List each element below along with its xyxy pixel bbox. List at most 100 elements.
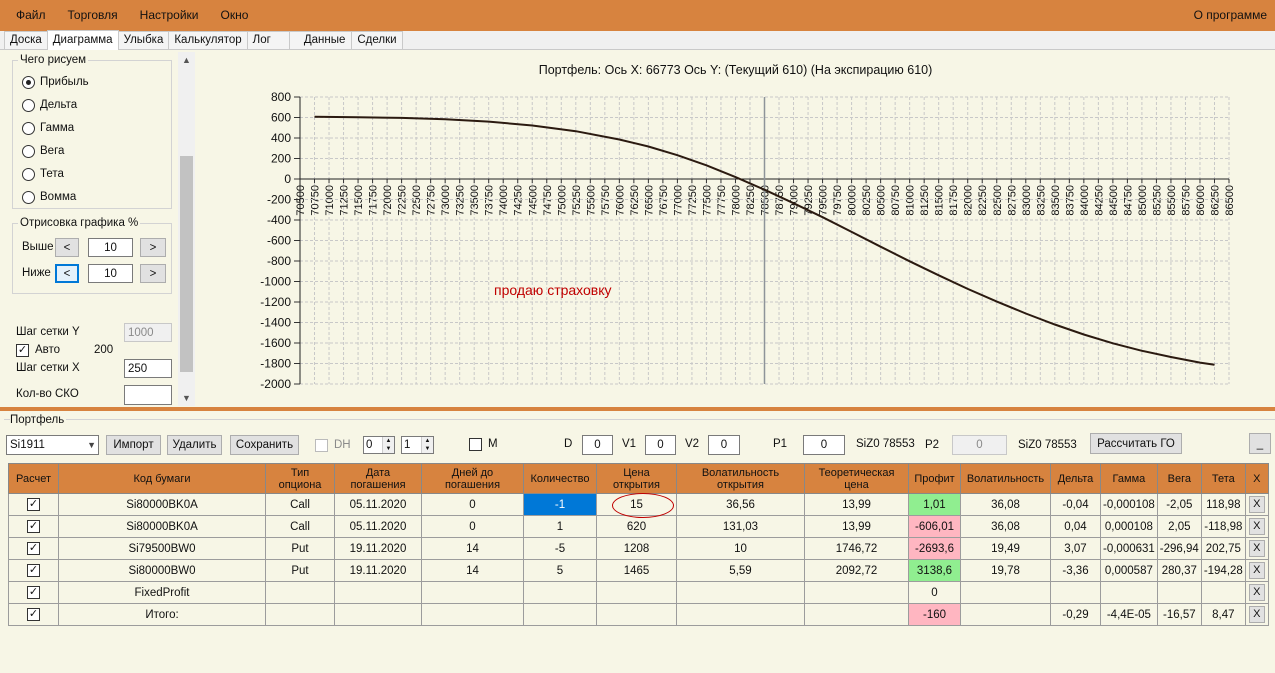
remove-row-button[interactable]: X: [1248, 606, 1265, 623]
tab-deals[interactable]: Сделки: [351, 31, 403, 49]
table-row[interactable]: ✓ Si80000BK0A Call 05.11.2020 0 1 620 131,03 13,…: [8, 515, 1269, 538]
table-cell-qty[interactable]: 1: [523, 515, 597, 538]
table-header-cell[interactable]: Расчет: [8, 463, 59, 494]
calc-go-button[interactable]: Рассчитать ГО: [1090, 433, 1182, 454]
grid-y-input[interactable]: 1000: [124, 323, 172, 342]
import-button[interactable]: Импорт: [106, 435, 161, 455]
tab-calculator[interactable]: Калькулятор: [168, 31, 248, 49]
below-value-input[interactable]: 10: [88, 264, 133, 283]
d-input[interactable]: 0: [582, 435, 613, 455]
radio-button[interactable]: [22, 190, 35, 204]
calc-checkbox[interactable]: ✓: [27, 564, 40, 577]
tab-diagram[interactable]: Диаграмма: [46, 30, 119, 50]
spinner-2[interactable]: 1 ▲ ▼: [401, 436, 434, 454]
remove-row-button[interactable]: X: [1248, 562, 1265, 579]
calc-checkbox[interactable]: ✓: [27, 520, 40, 533]
menu-file[interactable]: Файл: [0, 0, 57, 31]
table-cell-price[interactable]: [596, 603, 677, 626]
scroll-thumb[interactable]: [180, 156, 193, 372]
radio-delta[interactable]: Дельта: [22, 97, 77, 113]
table-header-cell[interactable]: Вега: [1156, 463, 1202, 494]
table-row[interactable]: ✓ Итого: -160 -0,29 -4,4E-05 -16,57 8,47 X: [8, 603, 1269, 626]
table-cell-calc[interactable]: ✓: [8, 581, 59, 604]
table-cell-qty[interactable]: [523, 581, 597, 604]
scroll-up-icon[interactable]: ▲: [178, 52, 195, 68]
remove-row-button[interactable]: X: [1248, 518, 1265, 535]
table-header-cell[interactable]: Код бумаги: [58, 463, 266, 494]
table-header-cell[interactable]: Дельта: [1050, 463, 1101, 494]
v2-input[interactable]: 0: [708, 435, 740, 455]
below-decrease-button[interactable]: <: [55, 264, 79, 283]
table-row[interactable]: ✓ Si79500BW0 Put 19.11.2020 14 -5 1208 10 1746,7…: [8, 537, 1269, 560]
table-header-cell[interactable]: Профит: [908, 463, 961, 494]
table-header-cell[interactable]: Цена открытия: [596, 463, 677, 494]
auto-checkbox[interactable]: ✓: [16, 344, 29, 357]
above-decrease-button[interactable]: <: [55, 238, 79, 257]
sko-input[interactable]: [124, 385, 172, 405]
table-cell-calc[interactable]: ✓: [8, 515, 59, 538]
table-cell-vol-open[interactable]: 10: [676, 537, 805, 560]
table-header-cell[interactable]: Дата погашения: [334, 463, 422, 494]
left-panel-scrollbar[interactable]: ▲ ▼: [178, 52, 195, 406]
tab-log[interactable]: Лог: [246, 31, 290, 49]
radio-button[interactable]: [22, 144, 35, 158]
m-checkbox[interactable]: [469, 438, 482, 451]
v1-input[interactable]: 0: [645, 435, 676, 455]
table-header-cell[interactable]: X: [1244, 463, 1269, 494]
radio-vega[interactable]: Вега: [22, 143, 64, 159]
table-cell-qty[interactable]: [523, 603, 597, 626]
instrument-select[interactable]: Si1911 ▼: [6, 435, 99, 455]
table-header-cell[interactable]: Гамма: [1100, 463, 1158, 494]
menu-window[interactable]: Окно: [210, 0, 260, 31]
table-cell-vol-open[interactable]: [676, 603, 805, 626]
dh-checkbox[interactable]: [315, 439, 328, 452]
table-header-cell[interactable]: Теоретическая цена: [804, 463, 909, 494]
table-cell-vol-open[interactable]: 131,03: [676, 515, 805, 538]
table-header-cell[interactable]: Тип опциона: [265, 463, 335, 494]
p1-input[interactable]: 0: [803, 435, 845, 455]
calc-checkbox[interactable]: ✓: [27, 542, 40, 555]
scroll-down-icon[interactable]: ▼: [178, 390, 195, 406]
table-row[interactable]: ✓ FixedProfit 0 X: [8, 581, 1269, 604]
calc-checkbox[interactable]: ✓: [27, 498, 40, 511]
table-cell-calc[interactable]: ✓: [8, 493, 59, 516]
table-header-cell[interactable]: Волатильность: [960, 463, 1051, 494]
radio-profit[interactable]: Прибыль: [22, 74, 89, 90]
calc-checkbox[interactable]: ✓: [27, 586, 40, 599]
above-increase-button[interactable]: >: [140, 238, 166, 257]
table-cell-vol-open[interactable]: 5,59: [676, 559, 805, 582]
table-row[interactable]: ✓ Si80000BW0 Put 19.11.2020 14 5 1465 5,59 2092,…: [8, 559, 1269, 582]
tab-smile[interactable]: Улыбка: [117, 31, 170, 49]
table-cell-calc[interactable]: ✓: [8, 537, 59, 560]
delete-button[interactable]: Удалить: [167, 435, 222, 455]
remove-row-button[interactable]: X: [1248, 584, 1265, 601]
p2-input[interactable]: 0: [952, 435, 1007, 455]
remove-row-button[interactable]: X: [1248, 540, 1265, 557]
below-increase-button[interactable]: >: [140, 264, 166, 283]
table-cell-price[interactable]: 1465: [596, 559, 677, 582]
table-cell-price[interactable]: [596, 581, 677, 604]
menu-trading[interactable]: Торговля: [57, 0, 129, 31]
table-header-cell[interactable]: Волатильность открытия: [676, 463, 805, 494]
table-cell-vol-open[interactable]: [676, 581, 805, 604]
radio-button[interactable]: [22, 167, 35, 181]
above-value-input[interactable]: 10: [88, 238, 133, 257]
radio-vomma[interactable]: Вомма: [22, 189, 76, 205]
table-cell-price[interactable]: 620: [596, 515, 677, 538]
spin-arrows-icon[interactable]: ▲ ▼: [382, 437, 394, 453]
table-cell-qty[interactable]: -1: [523, 493, 597, 516]
spinner-1[interactable]: 0 ▲ ▼: [363, 436, 395, 454]
table-header-cell[interactable]: Количество: [523, 463, 597, 494]
tab-board[interactable]: Доска: [4, 31, 48, 49]
table-header-cell[interactable]: Дней до погашения: [421, 463, 524, 494]
minimize-button[interactable]: _: [1249, 433, 1271, 454]
calc-checkbox[interactable]: ✓: [27, 608, 40, 621]
table-cell-qty[interactable]: -5: [523, 537, 597, 560]
tab-data[interactable]: Данные: [288, 31, 353, 49]
table-cell-vol-open[interactable]: 36,56: [676, 493, 805, 516]
menu-about[interactable]: О программе: [1194, 0, 1267, 31]
menu-settings[interactable]: Настройки: [129, 0, 210, 31]
radio-gamma[interactable]: Гамма: [22, 120, 74, 136]
spin-arrows-icon[interactable]: ▲ ▼: [421, 437, 433, 453]
radio-button[interactable]: [22, 121, 35, 135]
